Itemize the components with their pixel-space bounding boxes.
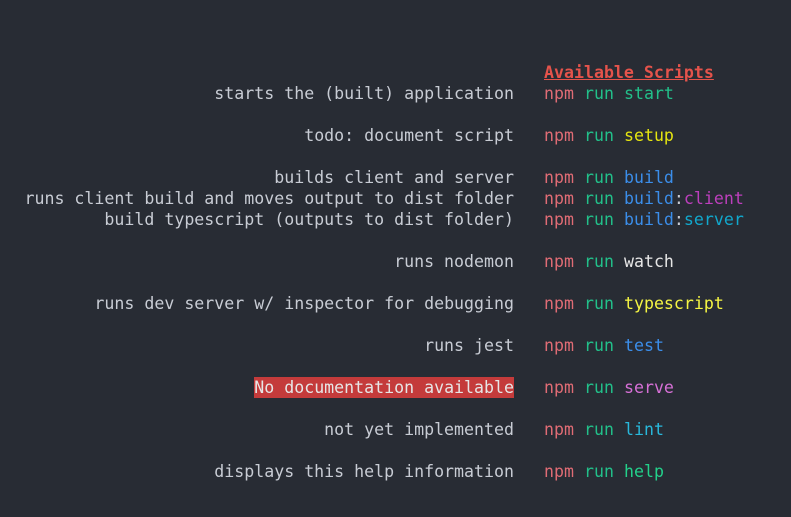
run-keyword: run	[583, 189, 614, 208]
script-command: npm run lint	[544, 419, 664, 440]
run-keyword: run	[583, 210, 614, 229]
script-row: builds client and server npm run build	[0, 167, 791, 188]
script-description: displays this help information	[214, 462, 514, 481]
script-name-base: build	[623, 189, 674, 208]
script-row: runs client build and moves output to di…	[0, 188, 791, 209]
npm-keyword: npm	[544, 336, 574, 355]
script-command: npm run build	[544, 167, 674, 188]
script-row: runs dev server w/ inspector for debuggi…	[0, 293, 791, 314]
npm-keyword: npm	[544, 378, 574, 397]
script-command: npm run build:server	[544, 209, 744, 230]
script-row: build typescript (outputs to dist folder…	[0, 209, 791, 230]
script-name: watch	[623, 252, 674, 271]
npm-keyword: npm	[544, 210, 574, 229]
npm-keyword: npm	[544, 294, 574, 313]
run-keyword: run	[583, 294, 614, 313]
run-keyword: run	[583, 252, 614, 271]
script-command: npm run help	[544, 461, 664, 482]
script-description: runs nodemon	[394, 252, 514, 271]
heading-line: Available Scripts	[0, 41, 791, 82]
npm-keyword: npm	[544, 84, 574, 103]
script-name: serve	[623, 378, 674, 397]
missing-doc-warning: No documentation available	[254, 377, 514, 398]
script-row: todo: document script npm run setup	[0, 125, 791, 146]
script-command: npm run serve	[544, 377, 674, 398]
run-keyword: run	[583, 126, 614, 145]
npm-keyword: npm	[544, 420, 574, 439]
script-name-sub: client	[683, 189, 744, 208]
script-row: not yet implemented npm run lint	[0, 419, 791, 440]
script-name-base: build	[623, 210, 674, 229]
script-name: help	[623, 462, 664, 481]
script-command: npm run build:client	[544, 188, 744, 209]
npm-keyword: npm	[544, 252, 574, 271]
run-keyword: run	[583, 378, 614, 397]
run-keyword: run	[583, 420, 614, 439]
script-description: build typescript (outputs to dist folder…	[104, 210, 514, 229]
script-name: test	[623, 336, 664, 355]
npm-keyword: npm	[544, 168, 574, 187]
run-keyword: run	[583, 84, 614, 103]
script-name-separator: :	[673, 189, 684, 208]
run-keyword: run	[583, 336, 614, 355]
script-row: displays this help information npm run he…	[0, 461, 791, 482]
npm-keyword: npm	[544, 462, 574, 481]
script-description: not yet implemented	[324, 420, 514, 439]
script-name-separator: :	[673, 210, 684, 229]
script-name: setup	[623, 126, 674, 145]
script-name: start	[623, 84, 674, 103]
script-name: typescript	[623, 294, 724, 313]
script-name: lint	[623, 420, 664, 439]
script-description: builds client and server	[274, 168, 514, 187]
script-command: npm run test	[544, 335, 664, 356]
script-row: starts the (built) application npm run st…	[0, 83, 791, 104]
available-scripts-heading: Available Scripts	[544, 63, 714, 82]
script-name-sub: server	[683, 210, 744, 229]
script-command: npm run start	[544, 83, 674, 104]
script-command: npm run typescript	[544, 293, 724, 314]
run-keyword: run	[583, 168, 614, 187]
npm-keyword: npm	[544, 126, 574, 145]
script-name: build	[623, 168, 674, 187]
script-command: npm run watch	[544, 251, 674, 272]
script-command: npm run setup	[544, 125, 674, 146]
run-keyword: run	[583, 462, 614, 481]
script-row: runs nodemon npm run watch	[0, 251, 791, 272]
npm-keyword: npm	[544, 189, 574, 208]
script-description: runs jest	[424, 336, 514, 355]
terminal-window: Available Scripts starts the (built) app…	[0, 0, 791, 517]
script-row: No documentation available npm run serve	[0, 377, 791, 398]
script-description: runs dev server w/ inspector for debuggi…	[94, 294, 514, 313]
script-description: todo: document script	[304, 126, 514, 145]
script-row: runs jest npm run test	[0, 335, 791, 356]
script-description: runs client build and moves output to di…	[24, 189, 514, 208]
script-description: starts the (built) application	[214, 84, 514, 103]
